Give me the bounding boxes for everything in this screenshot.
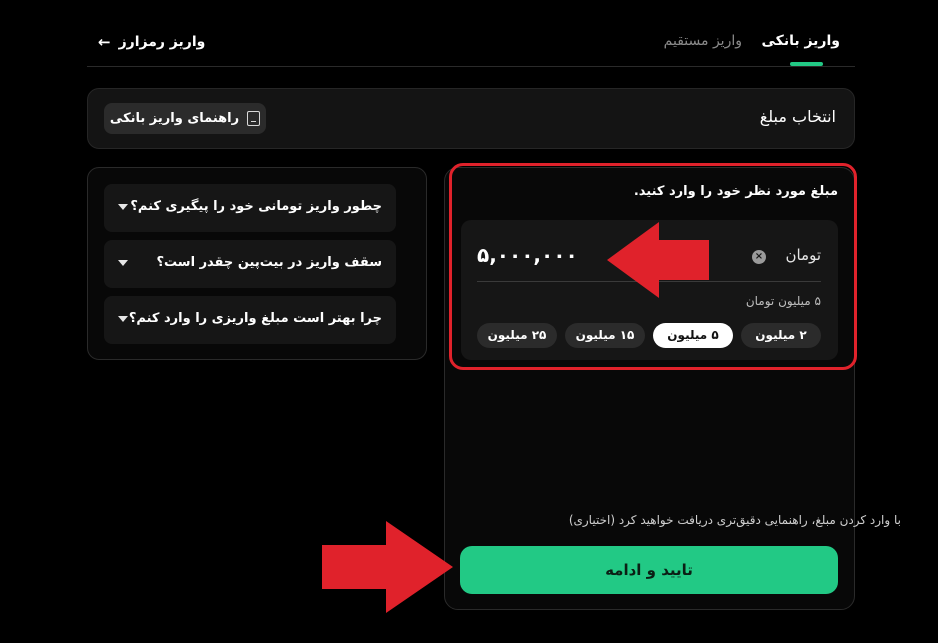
- tab-divider: [87, 66, 855, 67]
- annotation-arrow-left-icon: [607, 222, 709, 298]
- annotation-arrow-right-icon: [322, 521, 453, 613]
- bank-deposit-guide-button[interactable]: راهنمای واریز بانکی: [104, 103, 266, 134]
- faq-panel: چطور واریز تومانی خود را پیگیری کنم؟ سقف…: [87, 167, 427, 360]
- confirm-continue-button[interactable]: تایید و ادامه: [460, 546, 838, 594]
- caret-down-icon: [118, 260, 128, 266]
- book-icon: [247, 111, 261, 126]
- faq-item[interactable]: سقف واریز در بیت‌پین چقدر است؟: [104, 240, 396, 288]
- caret-down-icon: [118, 204, 128, 210]
- section-title: انتخاب مبلغ: [759, 107, 836, 126]
- hint-text: با وارد کردن مبلغ، راهنمایی دقیق‌تری دری…: [568, 513, 901, 527]
- crypto-deposit-link[interactable]: ← واریز رمزارز: [98, 33, 205, 51]
- tab-direct-deposit[interactable]: واریز مستقیم: [664, 33, 742, 49]
- section-header: انتخاب مبلغ راهنمای واریز بانکی: [87, 88, 855, 149]
- arrow-left-icon: ←: [98, 33, 111, 51]
- faq-question: چطور واریز تومانی خود را پیگیری کنم؟: [130, 199, 382, 214]
- faq-question: سقف واریز در بیت‌پین چقدر است؟: [156, 255, 383, 270]
- caret-down-icon: [118, 316, 128, 322]
- guide-button-label: راهنمای واریز بانکی: [109, 111, 240, 126]
- faq-item[interactable]: چطور واریز تومانی خود را پیگیری کنم؟: [104, 184, 396, 232]
- faq-question: چرا بهتر است مبلغ واریزی را وارد کنم؟: [128, 311, 382, 326]
- tab-bank-deposit[interactable]: واریز بانکی: [762, 33, 840, 49]
- faq-item[interactable]: چرا بهتر است مبلغ واریزی را وارد کنم؟: [104, 296, 396, 344]
- crypto-deposit-label: واریز رمزارز: [118, 34, 206, 50]
